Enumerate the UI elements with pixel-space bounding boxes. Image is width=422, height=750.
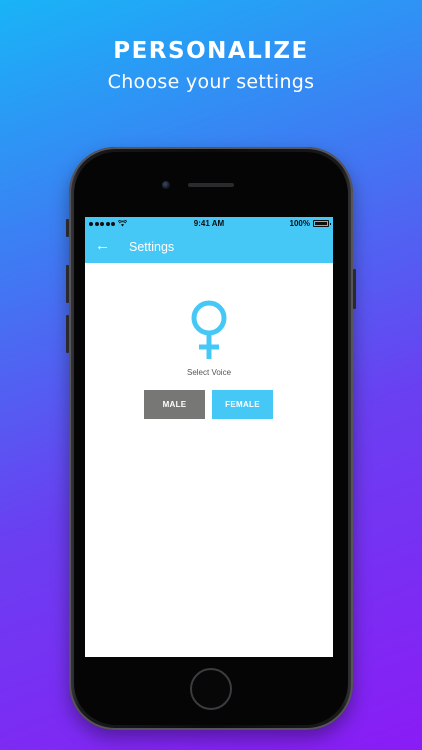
female-button[interactable]: FEMALE [212,390,273,419]
volume-up-button [66,265,69,303]
arrow-left-icon[interactable]: ← [95,237,110,255]
app-bar: ← Settings [85,231,333,263]
status-bar: 9:41 AM 100% [85,217,333,231]
battery-percent: 100% [289,219,310,228]
female-symbol-icon [191,300,227,359]
battery-icon [313,220,331,227]
power-button [353,269,356,309]
app-screen: 9:41 AM 100% ← Settings Select Voice MAL… [85,217,333,657]
sound-wave-icon [93,440,325,504]
mute-switch [66,219,69,237]
phone-frame: 9:41 AM 100% ← Settings Select Voice MAL… [66,147,356,730]
page-title: Settings [129,240,175,254]
earpiece-speaker [188,183,234,187]
promo-subline: Choose your settings [107,71,315,93]
volume-down-button [66,315,69,353]
home-button[interactable] [190,668,232,710]
promo-headline: PERSONALIZE [113,38,309,64]
front-camera-icon [162,181,170,189]
select-voice-label: Select Voice [186,368,232,377]
male-button[interactable]: MALE [144,390,205,419]
status-right: 100% [289,219,331,228]
